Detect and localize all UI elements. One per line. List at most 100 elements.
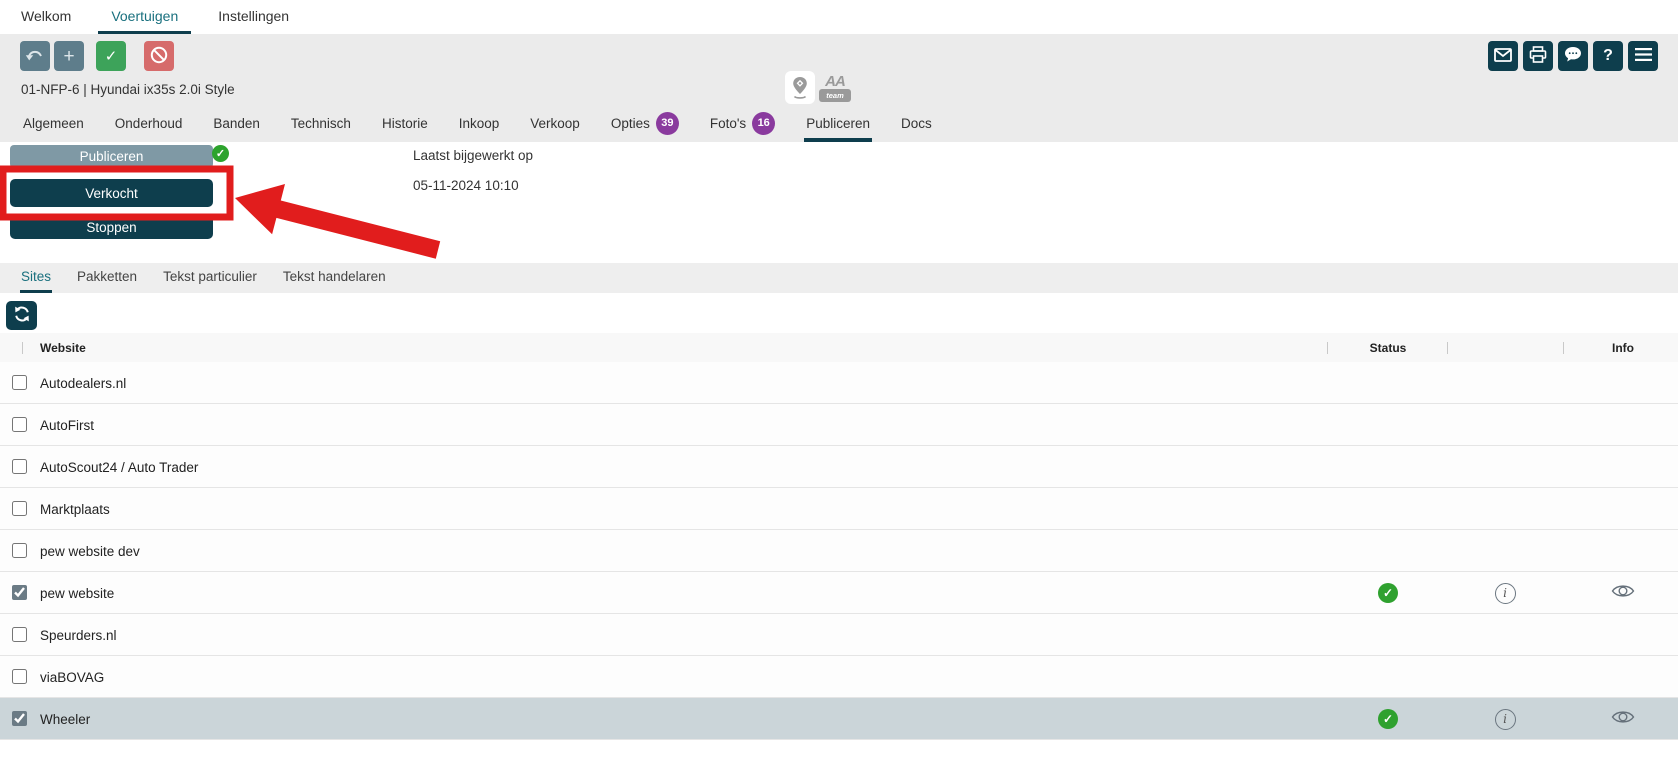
add-button[interactable]: + xyxy=(54,41,84,71)
subtab-tekst-handelaren[interactable]: Tekst handelaren xyxy=(282,263,387,293)
site-row[interactable]: AutoFirst xyxy=(0,404,1678,446)
refresh-button[interactable] xyxy=(6,301,37,330)
vtab-opties[interactable]: Opties 39 xyxy=(609,108,681,142)
site-status-cell xyxy=(1378,404,1398,446)
vtab-historie[interactable]: Historie xyxy=(380,108,430,142)
info-icon[interactable]: i xyxy=(1495,709,1516,730)
vtab-technisch[interactable]: Technisch xyxy=(289,108,353,142)
site-row[interactable]: pew website ✓ i xyxy=(0,572,1678,614)
nav-tab-welkom[interactable]: Welkom xyxy=(8,0,84,34)
site-preview-cell xyxy=(1610,404,1636,446)
site-checkbox[interactable] xyxy=(12,669,27,684)
subtab-pakketten[interactable]: Pakketten xyxy=(76,263,138,293)
chat-bubble-icon xyxy=(1564,46,1582,66)
eye-icon[interactable] xyxy=(1611,583,1635,604)
site-name: pew website dev xyxy=(40,530,140,572)
site-status-cell: ✓ xyxy=(1378,572,1398,614)
publish-channel-icons: AA team xyxy=(785,71,851,104)
site-preview-cell xyxy=(1610,656,1636,698)
mail-button[interactable] xyxy=(1488,41,1518,71)
cancel-button[interactable] xyxy=(144,41,174,71)
site-row[interactable]: Speurders.nl xyxy=(0,614,1678,656)
site-row[interactable]: AutoScout24 / Auto Trader xyxy=(0,446,1678,488)
site-checkbox[interactable] xyxy=(12,459,27,474)
plus-icon: + xyxy=(63,47,74,66)
site-checkbox[interactable] xyxy=(12,585,27,600)
help-button[interactable]: ? xyxy=(1593,41,1623,71)
site-checkbox[interactable] xyxy=(12,501,27,516)
column-header-info[interactable]: Info xyxy=(1583,333,1663,362)
verkocht-button[interactable]: Verkocht xyxy=(10,179,213,207)
toolbar: + ✓ xyxy=(0,34,1678,142)
publish-subtabs: Sites Pakketten Tekst particulier Tekst … xyxy=(0,263,1678,293)
subtab-tekst-particulier[interactable]: Tekst particulier xyxy=(162,263,258,293)
undo-arrow-icon xyxy=(25,47,45,66)
column-header-status[interactable]: Status xyxy=(1328,333,1448,362)
fotos-count-badge: 16 xyxy=(752,112,775,135)
site-status-cell xyxy=(1378,656,1398,698)
site-row[interactable]: pew website dev xyxy=(0,530,1678,572)
envelope-icon xyxy=(1494,48,1512,65)
last-updated-value: 05-11-2024 10:10 xyxy=(413,178,519,193)
site-info-cell xyxy=(1494,446,1516,488)
printer-icon xyxy=(1529,46,1547,66)
main-nav: Welkom Voertuigen Instellingen xyxy=(0,0,1678,34)
save-button[interactable]: ✓ xyxy=(96,41,126,71)
site-preview-cell xyxy=(1610,698,1636,740)
nav-tab-voertuigen[interactable]: Voertuigen xyxy=(98,0,191,34)
site-name: AutoFirst xyxy=(40,404,94,446)
site-info-cell: i xyxy=(1494,572,1516,614)
site-info-cell xyxy=(1494,404,1516,446)
site-status-cell xyxy=(1378,446,1398,488)
site-checkbox[interactable] xyxy=(12,711,27,726)
prohibition-icon xyxy=(149,45,169,68)
site-checkbox[interactable] xyxy=(12,375,27,390)
location-pin-icon[interactable] xyxy=(785,71,815,104)
print-button[interactable] xyxy=(1523,41,1553,71)
site-row[interactable]: Marktplaats xyxy=(0,488,1678,530)
aa-logo-sub: team xyxy=(819,89,851,102)
column-header-website[interactable]: Website xyxy=(40,333,86,362)
site-status-cell xyxy=(1378,530,1398,572)
site-name: viaBOVAG xyxy=(40,656,104,698)
site-status-cell xyxy=(1378,362,1398,404)
vtab-publiceren[interactable]: Publiceren xyxy=(804,108,872,142)
aa-team-logo-icon[interactable]: AA team xyxy=(819,71,851,102)
last-updated-label: Laatst bijgewerkt op xyxy=(413,148,533,163)
nav-tab-instellingen[interactable]: Instellingen xyxy=(205,0,302,34)
vtab-verkoop[interactable]: Verkoop xyxy=(528,108,582,142)
site-name: Autodealers.nl xyxy=(40,362,126,404)
vtab-onderhoud[interactable]: Onderhoud xyxy=(113,108,185,142)
question-mark-icon: ? xyxy=(1603,47,1613,65)
site-checkbox[interactable] xyxy=(12,627,27,642)
subtab-sites[interactable]: Sites xyxy=(20,263,52,293)
publiceren-button[interactable]: Publiceren xyxy=(10,145,213,168)
back-button[interactable] xyxy=(20,41,50,71)
annotation-arrow xyxy=(235,184,440,259)
site-row[interactable]: viaBOVAG xyxy=(0,656,1678,698)
sites-table-body: Autodealers.nl AutoFirst AutoScout24 / A… xyxy=(0,362,1678,740)
status-ok-icon: ✓ xyxy=(1378,583,1398,603)
app-window: Welkom Voertuigen Instellingen + ✓ xyxy=(0,0,1678,774)
status-ok-icon: ✓ xyxy=(1378,709,1398,729)
menu-button[interactable] xyxy=(1628,41,1658,71)
vtab-fotos[interactable]: Foto's 16 xyxy=(708,108,777,142)
info-icon[interactable]: i xyxy=(1495,583,1516,604)
sites-table-header: Website Status Info xyxy=(0,333,1678,362)
vtab-banden[interactable]: Banden xyxy=(211,108,262,142)
site-row[interactable]: Autodealers.nl xyxy=(0,362,1678,404)
site-info-cell xyxy=(1494,488,1516,530)
vtab-algemeen[interactable]: Algemeen xyxy=(21,108,86,142)
chat-button[interactable] xyxy=(1558,41,1588,71)
site-name: AutoScout24 / Auto Trader xyxy=(40,446,198,488)
site-checkbox[interactable] xyxy=(12,417,27,432)
site-checkbox[interactable] xyxy=(12,543,27,558)
vtab-inkoop[interactable]: Inkoop xyxy=(457,108,502,142)
site-preview-cell xyxy=(1610,530,1636,572)
site-row[interactable]: Wheeler ✓ i xyxy=(0,698,1678,740)
published-ok-icon: ✓ xyxy=(212,145,229,162)
stoppen-button[interactable]: Stoppen xyxy=(10,215,213,239)
vtab-docs[interactable]: Docs xyxy=(899,108,934,142)
eye-icon[interactable] xyxy=(1611,709,1635,730)
site-info-cell xyxy=(1494,614,1516,656)
